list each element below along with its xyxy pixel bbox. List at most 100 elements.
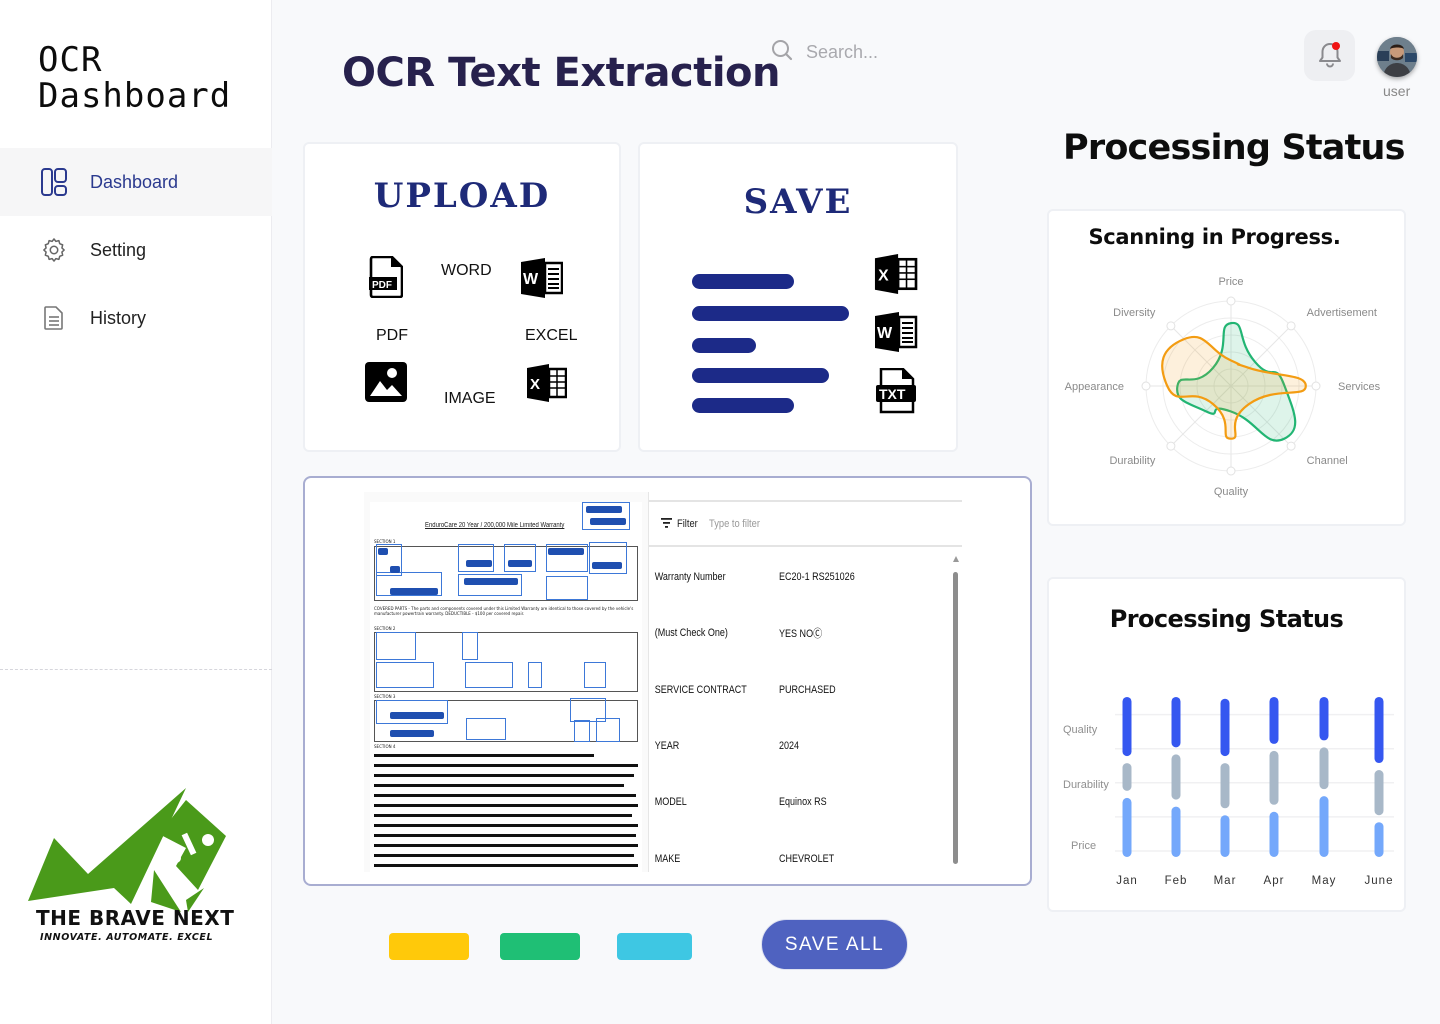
page-title: OCR Text Extraction [342, 50, 781, 96]
svg-text:X: X [530, 376, 540, 393]
field-key: (Must Check One) [654, 627, 728, 640]
fields-list: Warranty Number EC20-1 RS251026 (Must Che… [649, 549, 949, 887]
gear-icon [40, 236, 68, 264]
bar-segment-price [1171, 806, 1181, 857]
search-icon[interactable] [770, 38, 794, 66]
field-key: MAKE [654, 852, 681, 865]
field-row[interactable]: YEAR 2024 [649, 718, 949, 774]
user-label: user [1383, 83, 1411, 99]
field-row[interactable]: Warranty Number EC20-1 RS251026 [649, 549, 949, 605]
svg-text:W: W [523, 271, 539, 288]
x-axis-label: Jan [1116, 875, 1138, 887]
field-value: 2024 [779, 740, 800, 753]
x-axis-label: Apr [1264, 875, 1285, 887]
ocr-chip [378, 548, 388, 555]
pdf-file-icon[interactable]: PDF [369, 255, 404, 302]
field-value: EC20-1 RS251026 [779, 571, 855, 584]
x-axis-label: Feb [1165, 875, 1188, 887]
section-label: SECTION 4 [374, 744, 396, 749]
filter-label: Filter [677, 517, 698, 530]
ocr-box [376, 662, 434, 688]
ocr-box [596, 718, 620, 742]
excel-icon[interactable]: X [527, 364, 568, 406]
bar-segment-durability [1319, 747, 1329, 790]
svg-text:W: W [877, 325, 893, 342]
redacted-line [374, 764, 638, 767]
color-swatch-yellow[interactable] [389, 933, 469, 960]
y-axis-label: Quality [1063, 724, 1098, 736]
image-icon[interactable] [365, 362, 407, 406]
upload-card[interactable]: UPLOAD PDF WORD W PDF EXCEL IMAGE X [303, 142, 621, 452]
scroll-up-arrow-icon[interactable] [953, 556, 959, 562]
bar-segment-durability [1171, 754, 1181, 800]
user-avatar[interactable] [1377, 37, 1417, 77]
save-title: SAVE [743, 182, 853, 222]
sidebar-divider [0, 669, 272, 670]
redacted-line [374, 824, 638, 827]
save-card[interactable]: SAVE X W TXT [638, 142, 958, 452]
text-line-decoration [692, 398, 794, 413]
radar-axis-label: Channel [1307, 455, 1348, 467]
color-swatch-cyan[interactable] [617, 933, 692, 960]
redacted-line [374, 854, 634, 857]
ocr-chip [508, 560, 532, 567]
radar-axis-label: Durability [1109, 455, 1155, 467]
scrollbar[interactable] [952, 556, 960, 866]
section-label: SECTION 2 [374, 626, 396, 631]
filter-input[interactable] [709, 517, 837, 530]
save-all-button[interactable]: SAVE ALL [761, 919, 908, 970]
field-row[interactable]: MAKE CHEVROLET [649, 830, 949, 886]
field-row[interactable]: SERVICE CONTRACT PURCHASED [649, 662, 949, 718]
word-icon[interactable]: W [874, 312, 918, 356]
filter-icon[interactable] [661, 514, 673, 533]
color-swatch-green[interactable] [500, 933, 580, 960]
bar-segment-durability [1269, 750, 1279, 805]
upload-title: UPLOAD [373, 176, 551, 216]
svg-text:X: X [878, 267, 889, 284]
word-label: WORD [441, 262, 492, 279]
sidebar-item-dashboard[interactable]: Dashboard [0, 148, 272, 216]
ocr-box [546, 576, 588, 600]
redacted-line [374, 864, 638, 867]
notification-badge [1332, 42, 1340, 50]
ocr-box [462, 632, 478, 660]
x-axis-label: May [1312, 875, 1337, 887]
redacted-line [374, 784, 624, 787]
ocr-box [584, 662, 606, 688]
bar-segment-quality [1374, 696, 1384, 764]
bar-segment-durability [1122, 763, 1132, 791]
radar-chart-card: Scanning in Progress. Price Advertisement… [1047, 209, 1406, 526]
notification-button[interactable] [1304, 30, 1355, 81]
radar-axis-dot [1286, 441, 1296, 451]
bar-segment-quality [1269, 696, 1279, 744]
sidebar-item-history[interactable]: History [0, 284, 272, 352]
document-heading: EnduroCare 20 Year / 200,000 Mile Limite… [425, 522, 565, 529]
bar-segment-quality [1319, 696, 1329, 741]
excel-label: EXCEL [525, 327, 578, 344]
search-input[interactable] [806, 41, 966, 63]
field-value: CHEVROLET [779, 852, 835, 865]
txt-file-icon[interactable]: TXT [876, 367, 918, 418]
document-icon [40, 304, 68, 332]
word-icon[interactable]: W [521, 258, 564, 302]
field-row[interactable]: MODEL Equinox RS [649, 774, 949, 830]
field-key: YEAR [654, 740, 680, 753]
image-label: IMAGE [444, 390, 496, 407]
ocr-chip [592, 562, 622, 569]
field-row[interactable]: (Must Check One) YES NOⒸ [649, 605, 949, 661]
redacted-line [374, 844, 638, 847]
scroll-thumb[interactable] [953, 572, 958, 864]
panel-top-bar [649, 492, 962, 502]
bar-segment-durability [1374, 770, 1384, 816]
ocr-box [465, 662, 513, 688]
pdf-label: PDF [376, 327, 408, 344]
ocr-box [466, 718, 506, 740]
sidebar-item-setting[interactable]: Setting [0, 216, 272, 284]
sidebar-item-label: Setting [90, 239, 147, 260]
ocr-chip [390, 712, 444, 719]
excel-icon[interactable]: X [874, 254, 918, 298]
scanned-document-image[interactable]: EnduroCare 20 Year / 200,000 Mile Limite… [364, 492, 648, 872]
logo-tagline: INNOVATE. AUTOMATE. EXCEL [40, 932, 214, 943]
text-line-decoration [692, 306, 849, 321]
processing-status-heading: Processing Status [1063, 128, 1406, 168]
